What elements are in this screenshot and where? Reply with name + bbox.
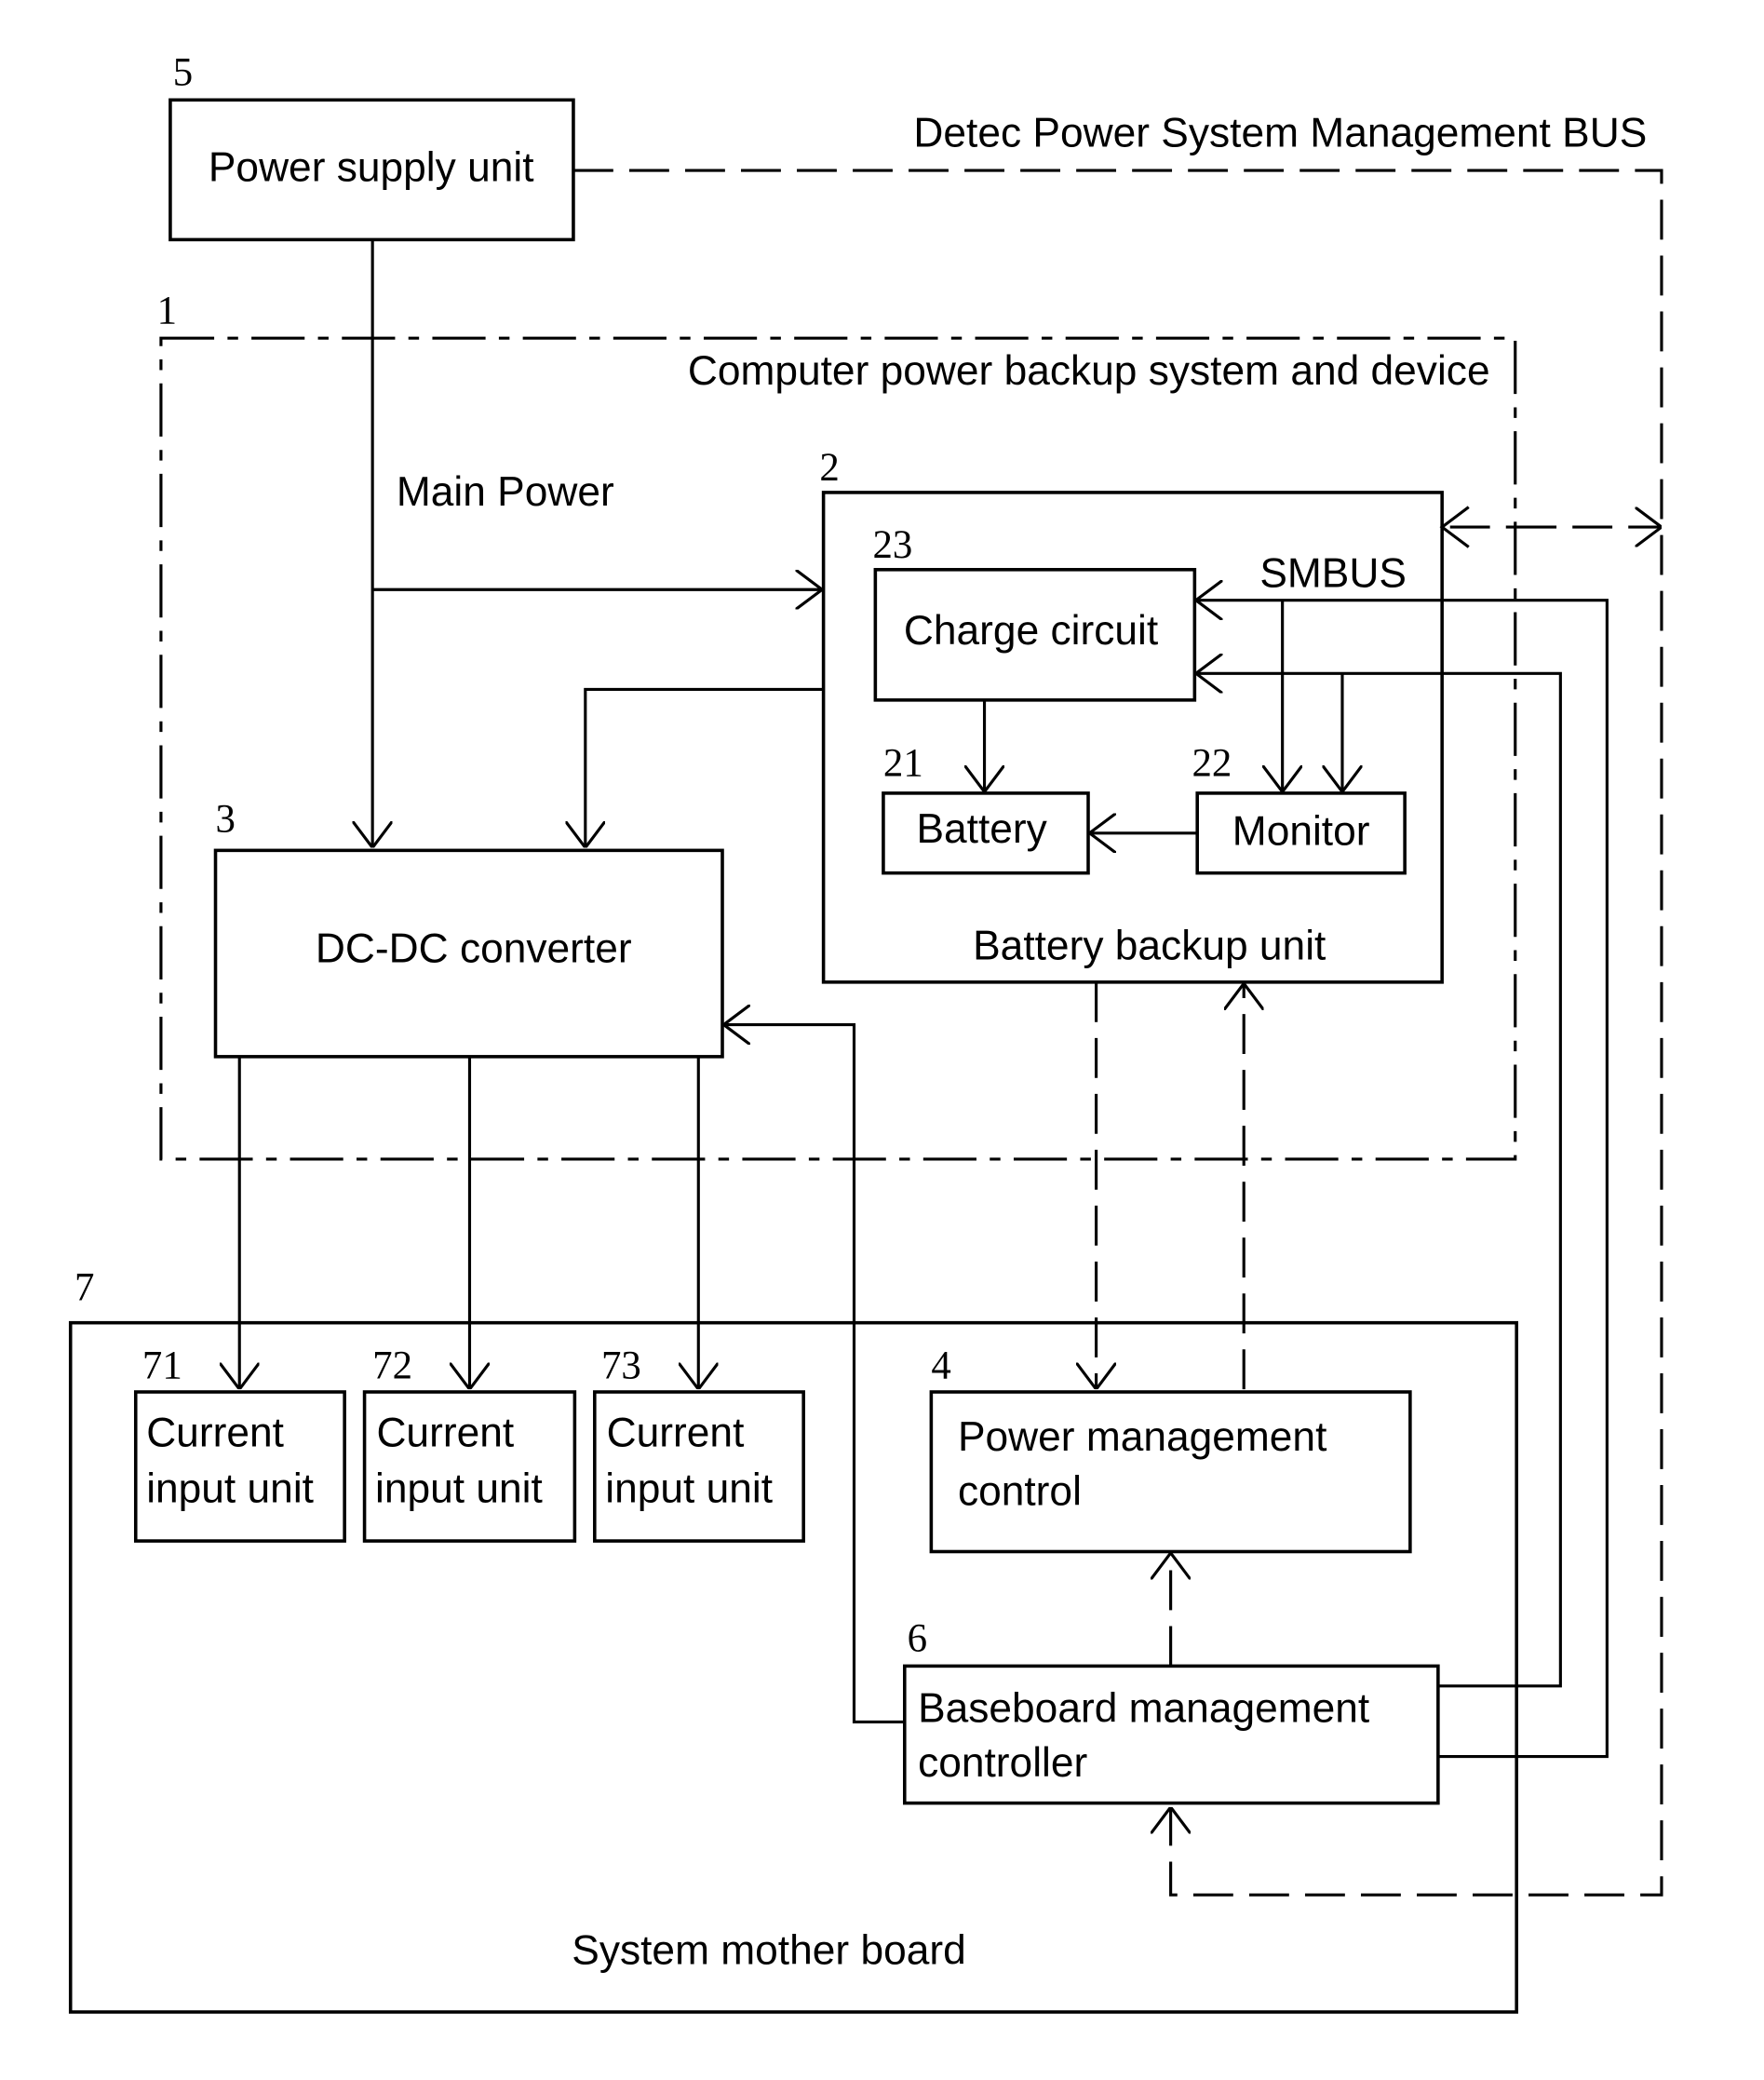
- power-supply-unit: 5 Power supply unit: [168, 51, 575, 242]
- current-1-line2: input unit: [146, 1466, 314, 1512]
- ref-23: 23: [872, 523, 912, 567]
- monitor: 22 Monitor: [1192, 741, 1407, 875]
- dcdc-label: DC-DC converter: [316, 925, 632, 971]
- power-supply-label: Power supply unit: [209, 145, 534, 191]
- ref-7: 7: [74, 1265, 94, 1309]
- management-bus-line: [572, 169, 1663, 1897]
- ref-5: 5: [173, 51, 193, 95]
- pmc-line1: Power management: [958, 1414, 1326, 1460]
- backup-system-container: 1 Computer power backup system and devic…: [157, 289, 1517, 1161]
- ref-21: 21: [883, 741, 923, 785]
- current-2-line1: Current: [376, 1411, 514, 1456]
- ref-1: 1: [157, 289, 177, 332]
- bmc-line2: controller: [918, 1740, 1087, 1786]
- battery-backup-label: Battery backup unit: [973, 924, 1326, 969]
- ref-72: 72: [372, 1344, 412, 1388]
- backup-system-label: Computer power backup system and device: [688, 348, 1490, 394]
- motherboard-label: System mother board: [572, 1928, 965, 1974]
- smbus-line-1: [1195, 601, 1609, 1759]
- ref-22: 22: [1192, 741, 1232, 785]
- ref-4: 4: [931, 1344, 950, 1388]
- bmc-to-dcdc: [723, 1025, 905, 1723]
- current-3-line1: Current: [607, 1411, 745, 1456]
- battery-backup-unit: 2 Battery backup unit: [819, 446, 1444, 984]
- system-motherboard: 7 System mother board: [68, 1265, 1518, 2014]
- battery-label: Battery: [917, 806, 1048, 852]
- ref-73: 73: [601, 1344, 641, 1388]
- main-power-label: Main Power: [397, 469, 614, 515]
- charge-circuit: 23 Charge circuit: [872, 523, 1197, 702]
- current-2-line2: input unit: [375, 1466, 543, 1512]
- ref-71: 71: [142, 1344, 182, 1388]
- current-3-line2: input unit: [605, 1466, 773, 1512]
- monitor-label: Monitor: [1232, 809, 1370, 855]
- battery-backup-to-dcdc: [586, 687, 824, 848]
- management-bus-label: Detec Power System Management BUS: [913, 110, 1647, 155]
- dcdc-converter: 3 DC-DC converter: [213, 797, 724, 1059]
- ref-3: 3: [216, 797, 236, 841]
- smbus-label: SMBUS: [1259, 550, 1407, 596]
- power-management-control: 4 Power management control: [929, 1344, 1412, 1554]
- ref-6: 6: [908, 1617, 927, 1661]
- block-diagram: 5 Power supply unit Detec Power System M…: [68, 51, 1663, 2014]
- pmc-line2: control: [958, 1468, 1082, 1514]
- current-1-line1: Current: [146, 1411, 284, 1456]
- ref-2: 2: [819, 446, 839, 490]
- charge-circuit-label: Charge circuit: [904, 608, 1158, 654]
- bmc-line1: Baseboard management: [918, 1685, 1369, 1731]
